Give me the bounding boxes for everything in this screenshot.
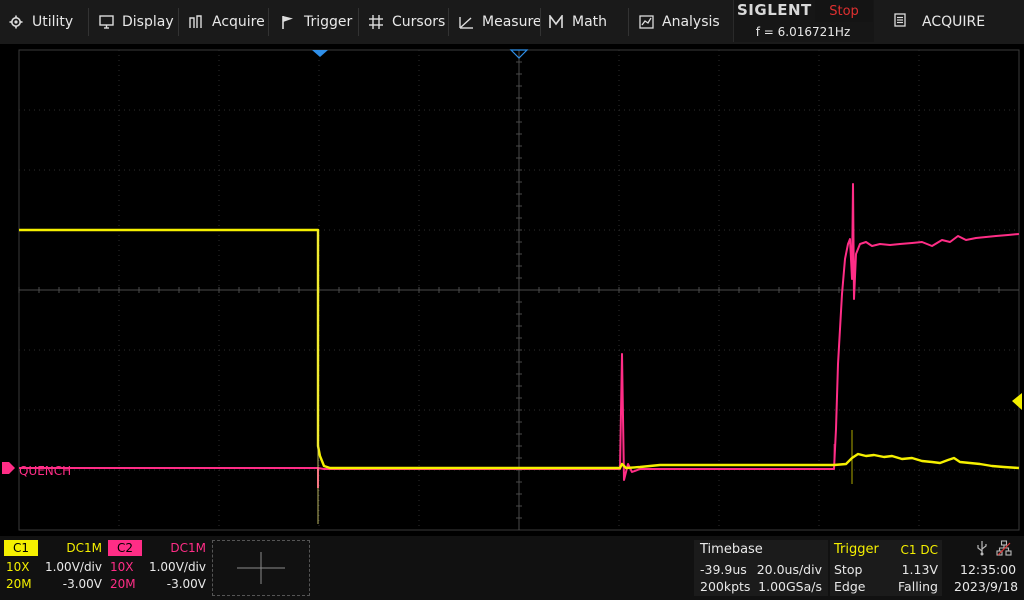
analysis-icon xyxy=(638,14,654,30)
document-icon xyxy=(894,13,906,31)
run-state-badge[interactable]: Stop xyxy=(815,0,873,22)
trigger-title: Trigger xyxy=(834,542,879,557)
plus-icon xyxy=(237,552,285,584)
sample-rate: 1.00GSa/s xyxy=(758,579,822,594)
menu-divider xyxy=(358,8,359,36)
menu-measure-label: Measure xyxy=(482,14,542,30)
trigger-position-marker[interactable] xyxy=(312,50,328,57)
ch2-info[interactable]: C2 DC1M 10X 1.00V/div 20M -3.00V xyxy=(108,540,208,596)
ch2-bandwidth: 20M xyxy=(110,577,136,591)
network-icon xyxy=(996,540,1012,560)
menu-divider xyxy=(628,8,629,36)
timebase-title: Timebase xyxy=(700,542,763,557)
add-channel-slot[interactable] xyxy=(212,540,310,596)
trigger-source: C1 DC xyxy=(900,543,938,557)
timebase-scale: 20.0us/div xyxy=(756,562,822,577)
usb-icon xyxy=(976,540,988,560)
clock-panel: 12:35:00 2023/9/18 xyxy=(944,540,1024,596)
ch2-offset: -3.00V xyxy=(166,577,206,591)
ch2-offset-marker[interactable] xyxy=(2,462,15,474)
flag-icon xyxy=(280,14,296,30)
trigger-slope: Falling xyxy=(898,579,938,594)
acquire-mode-button[interactable]: ACQUIRE xyxy=(880,0,1024,44)
monitor-icon xyxy=(98,14,114,30)
menu-math-label: Math xyxy=(572,14,608,30)
menu-trigger[interactable]: Trigger xyxy=(280,0,352,44)
memory-depth: 200kpts xyxy=(700,579,751,594)
ch2-label: QUENCH xyxy=(19,464,71,478)
acquire-mode-label: ACQUIRE xyxy=(922,14,986,30)
menu-cursors[interactable]: Cursors xyxy=(368,0,445,44)
ch1-offset: -3.00V xyxy=(62,577,102,591)
ch1-coupling: DC1M xyxy=(66,541,102,555)
trigger-frequency: f = 6.016721Hz xyxy=(755,25,851,39)
menu-display-label: Display xyxy=(122,14,174,30)
menu-analysis-label: Analysis xyxy=(662,14,720,30)
menu-divider xyxy=(448,8,449,36)
trigger-level-marker[interactable] xyxy=(1012,393,1022,410)
menu-utility-label: Utility xyxy=(32,14,74,30)
ch2-scale: 1.00V/div xyxy=(148,560,206,574)
measure-icon xyxy=(458,14,474,30)
menu-trigger-label: Trigger xyxy=(304,14,353,30)
status-bar: C1 DC1M 10X 1.00V/div 20M -3.00V C2 DC1M… xyxy=(0,536,1024,600)
menu-bar: Utility Display Acquire Trigger Cursors … xyxy=(0,0,1024,44)
menu-divider xyxy=(540,8,541,36)
trigger-level: 1.13V xyxy=(901,562,938,577)
menu-acquire[interactable]: Acquire xyxy=(188,0,265,44)
waveform-canvas: QUENCH xyxy=(2,49,1022,531)
ch1-probe: 10X xyxy=(6,560,30,574)
ch1-tag: C1 xyxy=(4,540,38,556)
timebase-delay: -39.9us xyxy=(700,562,747,577)
trigger-type: Edge xyxy=(834,579,866,594)
menu-cursors-label: Cursors xyxy=(392,14,446,30)
clock-time: 12:35:00 xyxy=(960,562,1017,577)
trigger-panel[interactable]: Trigger C1 DC Stop 1.13V Edge Falling xyxy=(830,540,942,596)
menu-utility[interactable]: Utility xyxy=(8,0,73,44)
ch2-coupling: DC1M xyxy=(170,541,206,555)
graticule xyxy=(18,49,1020,531)
menu-math[interactable]: Math xyxy=(548,0,607,44)
menu-analysis[interactable]: Analysis xyxy=(638,0,720,44)
gear-icon xyxy=(8,14,24,30)
trigger-state: Stop xyxy=(834,562,863,577)
crosshair-icon xyxy=(368,14,384,30)
ch1-info[interactable]: C1 DC1M 10X 1.00V/div 20M -3.00V xyxy=(4,540,104,596)
menu-display[interactable]: Display xyxy=(98,0,174,44)
menu-divider xyxy=(88,8,89,36)
clock-date: 2023/9/18 xyxy=(954,579,1019,594)
menu-divider xyxy=(178,8,179,36)
menu-measure[interactable]: Measure xyxy=(458,0,542,44)
brand-logo: SIGLENT xyxy=(737,1,812,19)
ch1-bandwidth: 20M xyxy=(6,577,32,591)
timebase-panel[interactable]: Timebase -39.9us 20.0us/div 200kpts 1.00… xyxy=(694,540,828,596)
math-icon xyxy=(548,14,564,30)
acquire-icon xyxy=(188,14,204,30)
ch2-probe: 10X xyxy=(110,560,134,574)
ch2-tag: C2 xyxy=(108,540,142,556)
waveform-display[interactable]: QUENCH xyxy=(0,44,1024,536)
menu-acquire-label: Acquire xyxy=(212,14,265,30)
menu-divider xyxy=(268,8,269,36)
ch1-scale: 1.00V/div xyxy=(44,560,102,574)
